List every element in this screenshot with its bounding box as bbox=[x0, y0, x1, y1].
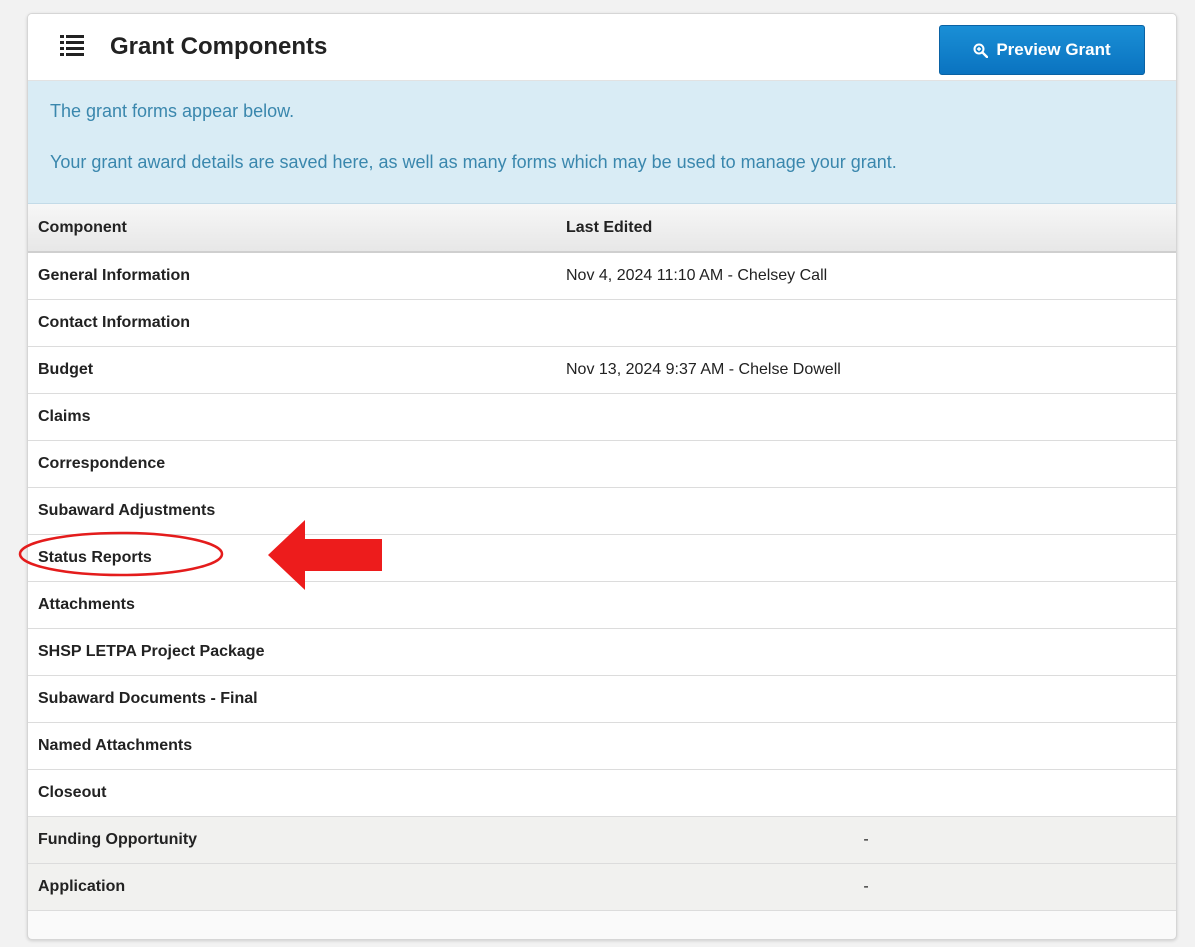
preview-grant-label: Preview Grant bbox=[996, 40, 1111, 59]
last-edited-cell bbox=[556, 675, 1176, 723]
table-row[interactable]: Subaward Adjustments bbox=[28, 487, 1176, 535]
info-line-2: Your grant award details are saved here,… bbox=[50, 152, 897, 172]
zoom-icon bbox=[973, 43, 989, 58]
column-header-component: Component bbox=[28, 204, 556, 253]
table-header-row: Component Last Edited bbox=[28, 204, 1176, 253]
last-edited-cell bbox=[556, 487, 1176, 535]
highlight-ellipse bbox=[18, 531, 224, 577]
component-link[interactable]: SHSP LETPA Project Package bbox=[28, 628, 556, 676]
table-row[interactable]: Subaward Documents - Final bbox=[28, 675, 1176, 723]
table-row[interactable]: Named Attachments bbox=[28, 722, 1176, 770]
preview-grant-button[interactable]: Preview Grant bbox=[939, 25, 1145, 75]
info-alert: The grant forms appear below. Your grant… bbox=[28, 81, 1176, 204]
last-edited-cell: - bbox=[556, 863, 1176, 911]
table-row[interactable]: Contact Information bbox=[28, 299, 1176, 347]
last-edited-cell bbox=[556, 393, 1176, 441]
component-link[interactable]: Claims bbox=[28, 393, 556, 441]
component-link[interactable]: Named Attachments bbox=[28, 722, 556, 770]
page-title: Grant Components bbox=[110, 33, 328, 60]
table-row[interactable]: Closeout bbox=[28, 769, 1176, 817]
component-link[interactable]: Budget bbox=[28, 346, 556, 394]
last-edited-cell: Nov 13, 2024 9:37 AM - Chelse Dowell bbox=[556, 346, 1176, 394]
last-edited-cell bbox=[556, 440, 1176, 488]
component-link[interactable]: Closeout bbox=[28, 769, 556, 817]
last-edited-cell bbox=[556, 769, 1176, 817]
last-edited-cell bbox=[556, 299, 1176, 347]
table-row[interactable]: Budget Nov 13, 2024 9:37 AM - Chelse Dow… bbox=[28, 346, 1176, 394]
panel-header: Grant Components Preview Grant bbox=[28, 14, 1176, 81]
column-header-last-edited: Last Edited bbox=[556, 204, 1176, 253]
last-edited-cell: Nov 4, 2024 11:10 AM - Chelsey Call bbox=[556, 252, 1176, 300]
table-row[interactable]: Correspondence bbox=[28, 440, 1176, 488]
list-icon bbox=[60, 35, 84, 56]
component-link[interactable]: Subaward Documents - Final bbox=[28, 675, 556, 723]
table-row[interactable]: General Information Nov 4, 2024 11:10 AM… bbox=[28, 252, 1176, 300]
component-link[interactable]: Application bbox=[28, 863, 556, 911]
last-edited-cell bbox=[556, 534, 1176, 582]
table-row[interactable]: Funding Opportunity - bbox=[28, 816, 1176, 864]
component-link[interactable]: Contact Information bbox=[28, 299, 556, 347]
last-edited-cell bbox=[556, 722, 1176, 770]
component-link[interactable]: Funding Opportunity bbox=[28, 816, 556, 864]
red-arrow-annotation bbox=[268, 520, 382, 590]
table-row[interactable]: Claims bbox=[28, 393, 1176, 441]
component-link[interactable]: General Information bbox=[28, 252, 556, 300]
last-edited-cell bbox=[556, 628, 1176, 676]
grant-components-panel: Grant Components Preview Grant The grant… bbox=[27, 13, 1177, 940]
table-row[interactable]: Application - bbox=[28, 863, 1176, 911]
component-link[interactable]: Correspondence bbox=[28, 440, 556, 488]
table-row[interactable]: SHSP LETPA Project Package bbox=[28, 628, 1176, 676]
info-line-1: The grant forms appear below. bbox=[50, 101, 295, 121]
table-row[interactable]: Attachments bbox=[28, 581, 1176, 629]
last-edited-cell bbox=[556, 581, 1176, 629]
last-edited-cell: - bbox=[556, 816, 1176, 864]
